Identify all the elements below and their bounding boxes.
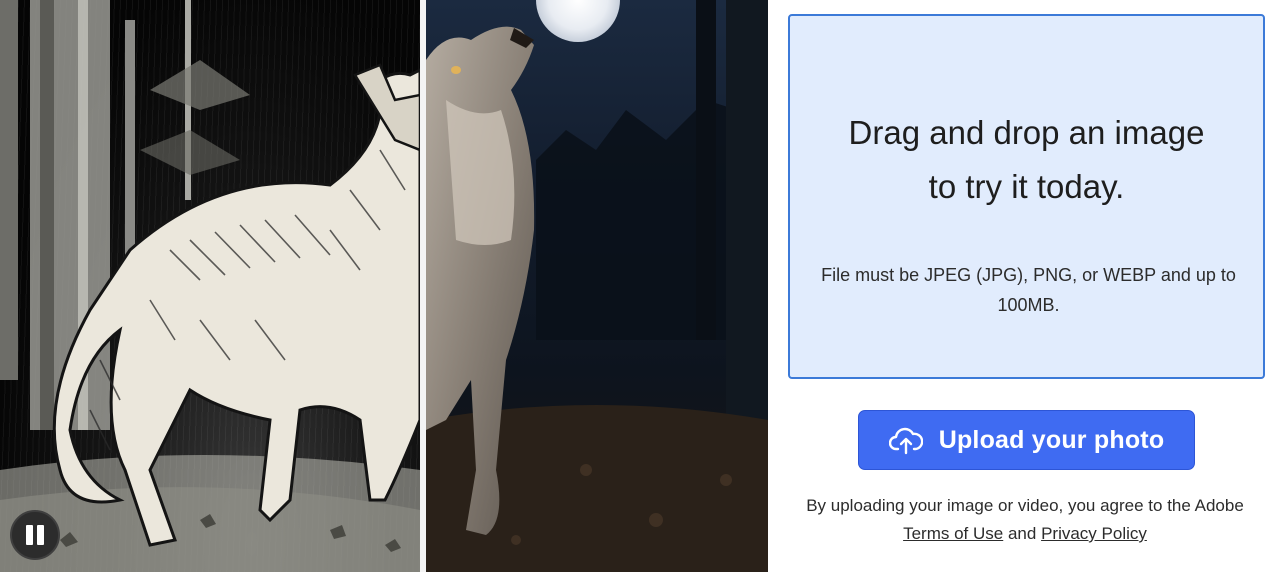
- upload-photo-button[interactable]: Upload your photo: [858, 410, 1195, 470]
- drop-zone-title-line1: Drag and drop an image: [848, 114, 1205, 151]
- pause-icon: [26, 525, 33, 545]
- sketch-wolf-image: [0, 0, 420, 572]
- page: Drag and drop an image to try it today. …: [0, 0, 1280, 572]
- photo-wolf-image: [426, 0, 768, 572]
- privacy-policy-link[interactable]: Privacy Policy: [1041, 524, 1147, 543]
- upload-photo-label: Upload your photo: [938, 425, 1165, 454]
- photo-wolf-drawing: [426, 0, 768, 572]
- before-after-comparison[interactable]: [0, 0, 768, 572]
- cloud-upload-icon: [888, 423, 923, 457]
- sketch-wolf-drawing: [0, 0, 420, 572]
- legal-conjunction: and: [1007, 524, 1037, 543]
- file-requirements-note: File must be JPEG (JPG), PNG, or WEBP an…: [821, 265, 1236, 315]
- terms-of-use-link[interactable]: Terms of Use: [903, 524, 1003, 543]
- image-drop-zone[interactable]: Drag and drop an image to try it today. …: [788, 14, 1265, 379]
- legal-prefix: By uploading your image or video, you ag…: [806, 496, 1244, 515]
- pause-button[interactable]: [10, 510, 60, 560]
- upload-legal-notice: By uploading your image or video, you ag…: [790, 492, 1260, 548]
- drop-zone-title-line2: to try it today.: [928, 168, 1125, 205]
- drop-zone-title: Drag and drop an image to try it today.: [790, 106, 1263, 214]
